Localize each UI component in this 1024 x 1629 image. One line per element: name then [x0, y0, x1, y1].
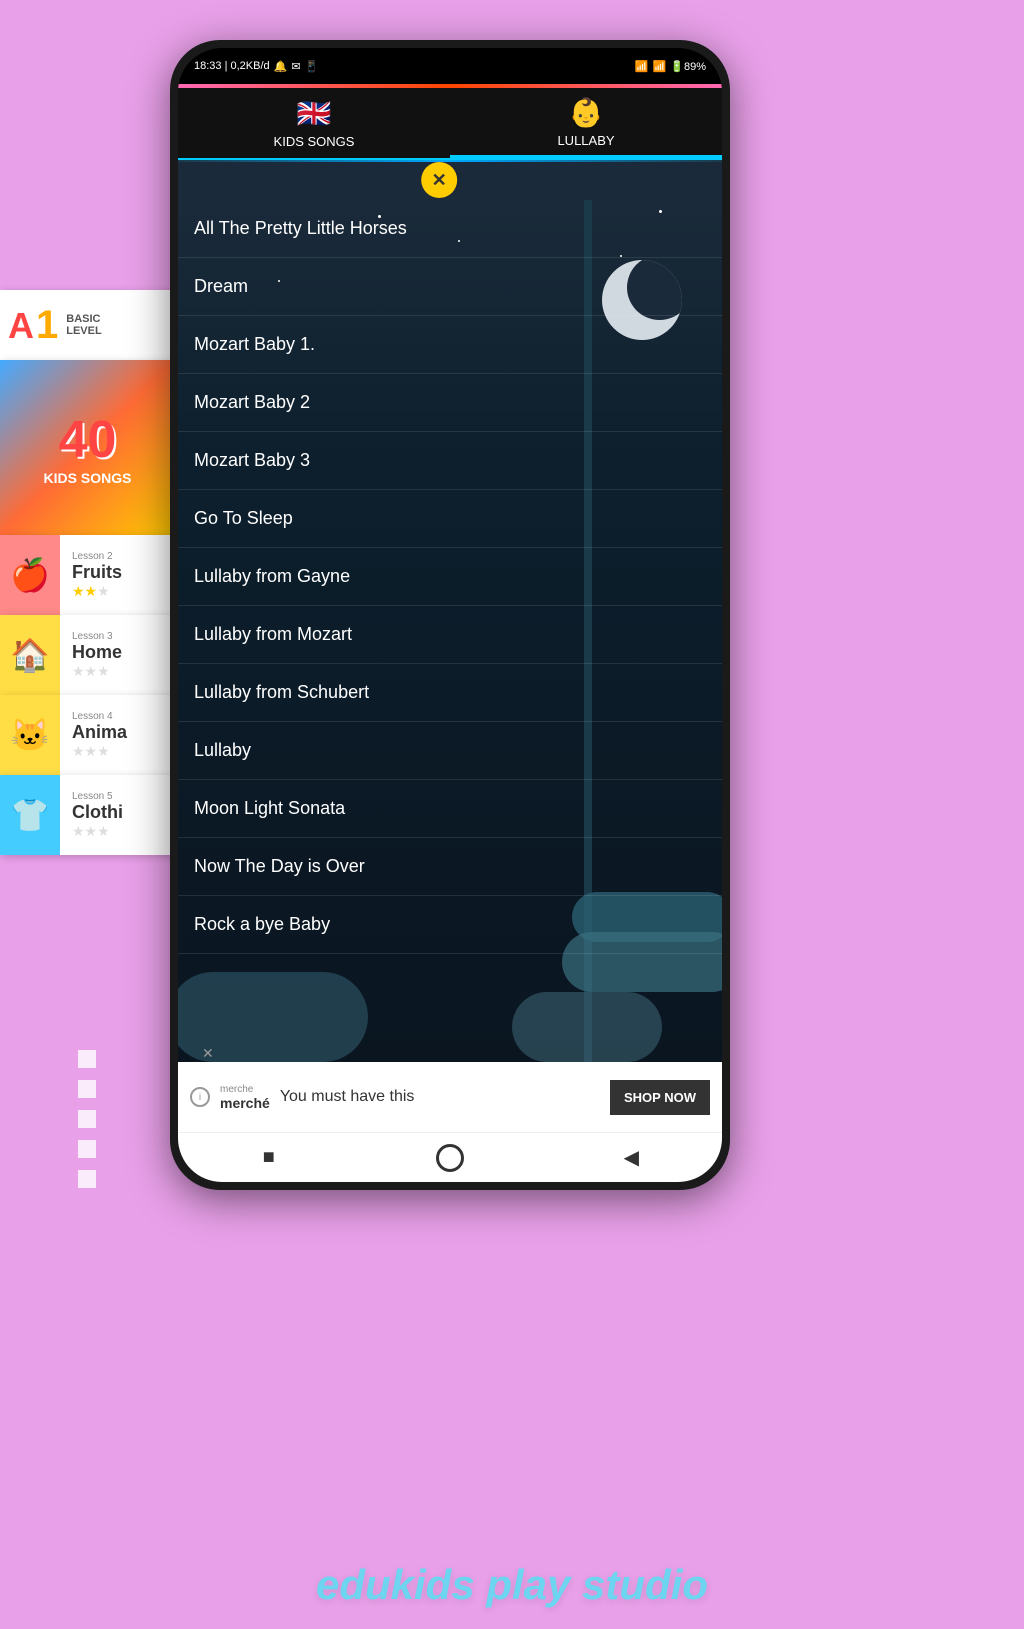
- cloud-4: [512, 992, 662, 1062]
- song-title-9: Lullaby from Schubert: [194, 682, 369, 703]
- song-title-13: Rock a bye Baby: [194, 914, 330, 935]
- lesson-card-5[interactable]: 👕 Lesson 5 Clothi ★★★: [0, 775, 175, 855]
- battery-indicator: 🔋89%: [670, 60, 706, 73]
- tab-kids-songs-label: KIDS SONGS: [274, 134, 355, 149]
- whatsapp-icon: 📱: [305, 60, 319, 73]
- a1-level-label: LEVEL: [66, 325, 101, 337]
- song-title-12: Now The Day is Over: [194, 856, 365, 877]
- lesson-5-icon: 👕: [0, 775, 60, 855]
- ad-info-icon[interactable]: i: [190, 1087, 210, 1107]
- lesson-5-number: Lesson 5: [72, 791, 171, 802]
- ad-close-button[interactable]: ✕: [202, 1045, 214, 1062]
- lesson-3-icon: 🏠: [0, 615, 60, 695]
- song-item-7[interactable]: Lullaby from Gayne: [178, 548, 722, 606]
- lesson-4-icon: 🐱: [0, 695, 60, 775]
- wifi-icon: 📶: [653, 60, 667, 73]
- lesson-card-4[interactable]: 🐱 Lesson 4 Anima ★★★: [0, 695, 175, 775]
- song-title-4: Mozart Baby 2: [194, 392, 310, 413]
- lesson-card-3[interactable]: 🏠 Lesson 3 Home ★★★: [0, 615, 175, 695]
- song-title-2: Dream: [194, 276, 248, 297]
- page-dot-3[interactable]: [78, 1110, 96, 1128]
- song-item-3[interactable]: Mozart Baby 1.: [178, 316, 722, 374]
- song-title-3: Mozart Baby 1.: [194, 334, 315, 355]
- a1-basic-label: BASIC: [66, 313, 101, 325]
- tab-kids-songs[interactable]: 🇬🇧 KIDS SONGS: [178, 88, 450, 158]
- ad-banner: i merche merché You must have this SHOP …: [178, 1062, 722, 1132]
- song-list: All The Pretty Little Horses Dream Mozar…: [178, 200, 722, 954]
- status-bar: 18:33 | 0,2KB/d 🔔 ✉ 📱 📶 📶 🔋89%: [178, 48, 722, 84]
- a1-badge-1: 1: [36, 303, 58, 348]
- song-title-7: Lullaby from Gayne: [194, 566, 350, 587]
- nav-square-button[interactable]: ■: [253, 1142, 285, 1174]
- lesson-3-name: Home: [72, 642, 171, 663]
- message-icon: ✉: [291, 60, 300, 73]
- ad-text: You must have this: [280, 1088, 600, 1106]
- signal-icon: 📶: [635, 60, 649, 73]
- status-time: 18:33 | 0,2KB/d: [194, 60, 270, 72]
- lesson-4-number: Lesson 4: [72, 711, 171, 722]
- lesson-card-2[interactable]: 🍎 Lesson 2 Fruits ★★★: [0, 535, 175, 615]
- song-title-6: Go To Sleep: [194, 508, 293, 529]
- song-item-12[interactable]: Now The Day is Over: [178, 838, 722, 896]
- nav-back-button[interactable]: ◀: [615, 1142, 647, 1174]
- page-indicator: [78, 1050, 96, 1188]
- lesson-4-stars: ★★★: [72, 743, 171, 760]
- song-item-11[interactable]: Moon Light Sonata: [178, 780, 722, 838]
- ad-brand-name: merché: [220, 1095, 270, 1111]
- lesson-5-stars: ★★★: [72, 823, 171, 840]
- a1-level-card[interactable]: A 1 BASIC LEVEL: [0, 290, 175, 360]
- lesson-2-name: Fruits: [72, 562, 171, 583]
- status-right: 📶 📶 🔋89%: [635, 60, 706, 73]
- kids-songs-banner[interactable]: 40 KIDS SONGS: [0, 360, 175, 535]
- kids-songs-subtitle: KIDS SONGS: [44, 470, 132, 486]
- scroll-indicator: ✕: [178, 160, 722, 200]
- a1-badge-a: A: [8, 305, 34, 347]
- song-item-6[interactable]: Go To Sleep: [178, 490, 722, 548]
- page-dot-2[interactable]: [78, 1080, 96, 1098]
- song-title-11: Moon Light Sonata: [194, 798, 345, 819]
- page-dot-4[interactable]: [78, 1140, 96, 1158]
- lesson-3-number: Lesson 3: [72, 631, 171, 642]
- lesson-4-name: Anima: [72, 722, 171, 743]
- lullaby-baby-icon: 👶: [569, 96, 604, 129]
- song-title-10: Lullaby: [194, 740, 251, 761]
- brand-text: edukids play studio: [316, 1561, 708, 1609]
- kids-songs-flag-icon: 🇬🇧: [297, 97, 332, 130]
- song-title-8: Lullaby from Mozart: [194, 624, 352, 645]
- shop-now-button[interactable]: SHOP NOW: [610, 1080, 710, 1115]
- page-dot-5[interactable]: [78, 1170, 96, 1188]
- close-button[interactable]: ✕: [421, 162, 457, 198]
- nav-home-button[interactable]: [434, 1142, 466, 1174]
- song-item-2[interactable]: Dream: [178, 258, 722, 316]
- song-item-13[interactable]: Rock a bye Baby: [178, 896, 722, 954]
- phone-frame: 18:33 | 0,2KB/d 🔔 ✉ 📱 📶 📶 🔋89% 🇬🇧 KIDS S…: [170, 40, 730, 1190]
- lesson-2-number: Lesson 2: [72, 551, 171, 562]
- song-item-10[interactable]: Lullaby: [178, 722, 722, 780]
- song-item-4[interactable]: Mozart Baby 2: [178, 374, 722, 432]
- status-left: 18:33 | 0,2KB/d 🔔 ✉ 📱: [194, 60, 318, 73]
- ad-logo-area: merche merché: [220, 1084, 270, 1111]
- page-dot-1[interactable]: [78, 1050, 96, 1068]
- song-list-container[interactable]: All The Pretty Little Horses Dream Mozar…: [178, 200, 722, 1062]
- lesson-2-stars: ★★★: [72, 583, 171, 600]
- phone-inner: 18:33 | 0,2KB/d 🔔 ✉ 📱 📶 📶 🔋89% 🇬🇧 KIDS S…: [178, 48, 722, 1182]
- song-item-5[interactable]: Mozart Baby 3: [178, 432, 722, 490]
- song-item-1[interactable]: All The Pretty Little Horses: [178, 200, 722, 258]
- tab-bar: 🇬🇧 KIDS SONGS 👶 LULLABY: [178, 88, 722, 160]
- tab-lullaby-label: LULLABY: [557, 133, 614, 148]
- song-title-5: Mozart Baby 3: [194, 450, 310, 471]
- lesson-2-icon: 🍎: [0, 535, 60, 615]
- lesson-3-stars: ★★★: [72, 663, 171, 680]
- song-item-9[interactable]: Lullaby from Schubert: [178, 664, 722, 722]
- song-title-1: All The Pretty Little Horses: [194, 218, 407, 239]
- ad-brand-label: merche: [220, 1084, 270, 1095]
- notification-icon: 🔔: [274, 60, 288, 73]
- lesson-5-name: Clothi: [72, 802, 171, 823]
- kids-songs-number: 40: [44, 410, 132, 470]
- song-item-8[interactable]: Lullaby from Mozart: [178, 606, 722, 664]
- tab-lullaby[interactable]: 👶 LULLABY: [450, 88, 722, 158]
- bottom-nav: ■ ◀: [178, 1132, 722, 1182]
